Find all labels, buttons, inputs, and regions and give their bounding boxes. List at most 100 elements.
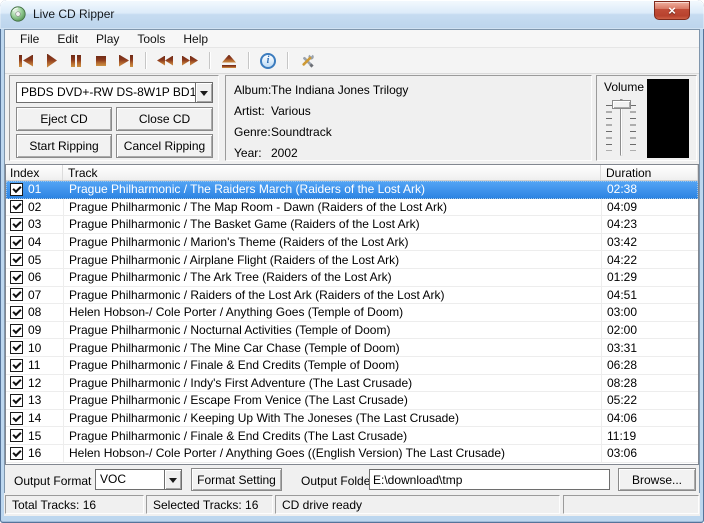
- track-list: Index Track Duration 01 Prague Philharmo…: [5, 164, 699, 465]
- track-row[interactable]: 16 Helen Hobson-/ Cole Porter / Anything…: [6, 444, 698, 463]
- track-index: 10: [28, 340, 42, 355]
- track-row[interactable]: 02 Prague Philharmonic / The Map Room - …: [6, 198, 698, 217]
- track-row[interactable]: 14 Prague Philharmonic / Keeping Up With…: [6, 409, 698, 428]
- skip-start-icon: [18, 53, 34, 69]
- skip-end-icon: [118, 53, 134, 69]
- skip-end-button[interactable]: [117, 51, 135, 71]
- track-checkbox[interactable]: [10, 200, 23, 214]
- track-checkbox[interactable]: [10, 393, 23, 407]
- play-button[interactable]: [42, 51, 60, 71]
- track-checkbox[interactable]: [10, 358, 23, 372]
- track-title: Prague Philharmonic / Finale & End Credi…: [69, 358, 400, 373]
- track-checkbox[interactable]: [10, 376, 23, 390]
- start-ripping-button[interactable]: Start Ripping: [16, 134, 112, 158]
- column-header-index[interactable]: Index: [6, 165, 63, 180]
- track-title: Helen Hobson-/ Cole Porter / Anything Go…: [69, 305, 404, 320]
- track-index: 14: [28, 411, 42, 426]
- output-format-select[interactable]: VOC: [95, 469, 182, 490]
- rewind-button[interactable]: [156, 51, 174, 71]
- track-row[interactable]: 03 Prague Philharmonic / The Basket Game…: [6, 216, 698, 234]
- column-header-track[interactable]: Track: [63, 165, 601, 180]
- visualization-area: [647, 79, 689, 158]
- track-title: Prague Philharmonic / The Mine Car Chase…: [69, 340, 400, 355]
- track-title: Prague Philharmonic / The Ark Tree (Raid…: [69, 270, 392, 285]
- drive-select[interactable]: PBDS DVD+-RW DS-8W1P BD1B: [16, 82, 213, 103]
- track-row[interactable]: 13 Prague Philharmonic / Escape From Ven…: [6, 392, 698, 410]
- format-setting-button[interactable]: Format Setting: [191, 468, 282, 491]
- track-row[interactable]: 05 Prague Philharmonic / Airplane Flight…: [6, 251, 698, 269]
- track-index: 13: [28, 393, 42, 408]
- track-checkbox[interactable]: [10, 429, 23, 443]
- track-row[interactable]: 10 Prague Philharmonic / The Mine Car Ch…: [6, 339, 698, 357]
- track-index: 11: [28, 358, 41, 373]
- track-row[interactable]: 12 Prague Philharmonic / Indy's First Ad…: [6, 374, 698, 393]
- chevron-down-icon[interactable]: [164, 470, 181, 489]
- track-checkbox[interactable]: [10, 182, 23, 196]
- track-checkbox[interactable]: [10, 411, 23, 425]
- volume-slider-thumb[interactable]: [612, 100, 631, 109]
- output-folder-input[interactable]: [369, 469, 610, 490]
- pause-button[interactable]: [67, 51, 85, 71]
- track-row[interactable]: 08 Helen Hobson-/ Cole Porter / Anything…: [6, 304, 698, 322]
- stop-button[interactable]: [92, 51, 110, 71]
- album-label: Album:: [234, 83, 272, 97]
- volume-panel: Volume: [596, 75, 697, 161]
- album-line: Album:The Indiana Jones Trilogy: [234, 83, 591, 104]
- status-total-tracks: Total Tracks: 16: [5, 495, 144, 514]
- menu-tools[interactable]: Tools: [128, 31, 174, 47]
- stop-icon: [93, 53, 109, 69]
- window-title: Live CD Ripper: [33, 7, 115, 21]
- track-checkbox[interactable]: [10, 305, 23, 319]
- track-row[interactable]: 01 Prague Philharmonic / The Raiders Mar…: [6, 181, 698, 199]
- status-selected-tracks: Selected Tracks: 16: [146, 495, 273, 514]
- chevron-down-icon[interactable]: [195, 83, 212, 102]
- titlebar[interactable]: Live CD Ripper ×: [0, 0, 704, 29]
- info-button[interactable]: [259, 51, 277, 71]
- menu-file[interactable]: File: [11, 31, 48, 47]
- track-checkbox[interactable]: [10, 446, 23, 460]
- track-checkbox[interactable]: [10, 253, 23, 267]
- track-checkbox[interactable]: [10, 323, 23, 337]
- settings-button[interactable]: [298, 51, 316, 71]
- track-duration: 04:22: [607, 252, 638, 267]
- menu-play[interactable]: Play: [87, 31, 128, 47]
- track-checkbox[interactable]: [10, 288, 23, 302]
- track-row[interactable]: 06 Prague Philharmonic / The Ark Tree (R…: [6, 268, 698, 287]
- menu-edit[interactable]: Edit: [48, 31, 87, 47]
- track-row[interactable]: 15 Prague Philharmonic / Finale & End Cr…: [6, 427, 698, 445]
- toolbar-separator: [145, 52, 146, 69]
- eject-button[interactable]: [220, 51, 238, 71]
- cancel-ripping-button[interactable]: Cancel Ripping: [116, 134, 213, 158]
- close-cd-button[interactable]: Close CD: [116, 107, 213, 131]
- track-index: 08: [28, 305, 42, 320]
- volume-ticks-left: [606, 105, 612, 151]
- eject-cd-button[interactable]: Eject CD: [16, 107, 112, 131]
- track-duration: 02:00: [607, 323, 638, 338]
- track-checkbox[interactable]: [10, 217, 23, 231]
- track-row[interactable]: 09 Prague Philharmonic / Nocturnal Activ…: [6, 321, 698, 340]
- toolbar-separator: [248, 52, 249, 69]
- track-index: 06: [28, 270, 42, 285]
- menu-help[interactable]: Help: [174, 31, 217, 47]
- genre-line: Genre:Soundtrack: [234, 125, 591, 146]
- eject-icon: [221, 53, 237, 69]
- browse-button[interactable]: Browse...: [618, 468, 696, 491]
- track-duration: 03:31: [607, 340, 638, 355]
- track-title: Prague Philharmonic / The Basket Game (R…: [69, 217, 420, 232]
- track-checkbox[interactable]: [10, 235, 23, 249]
- track-row[interactable]: 11 Prague Philharmonic / Finale & End Cr…: [6, 356, 698, 375]
- rewind-icon: [157, 53, 173, 69]
- status-extra: [563, 495, 699, 514]
- track-checkbox[interactable]: [10, 270, 23, 284]
- track-row[interactable]: 07 Prague Philharmonic / Raiders of the …: [6, 286, 698, 305]
- close-button[interactable]: ×: [654, 1, 690, 20]
- column-header-duration[interactable]: Duration: [601, 165, 698, 180]
- fast-forward-button[interactable]: [181, 51, 199, 71]
- skip-start-button[interactable]: [17, 51, 35, 71]
- track-duration: 06:28: [607, 358, 638, 373]
- track-checkbox[interactable]: [10, 341, 23, 355]
- track-title: Helen Hobson-/ Cole Porter / Anything Go…: [69, 446, 505, 461]
- track-title: Prague Philharmonic / Airplane Flight (R…: [69, 252, 400, 267]
- track-title: Prague Philharmonic / Indy's First Adven…: [69, 375, 413, 390]
- track-row[interactable]: 04 Prague Philharmonic / Marion's Theme …: [6, 233, 698, 252]
